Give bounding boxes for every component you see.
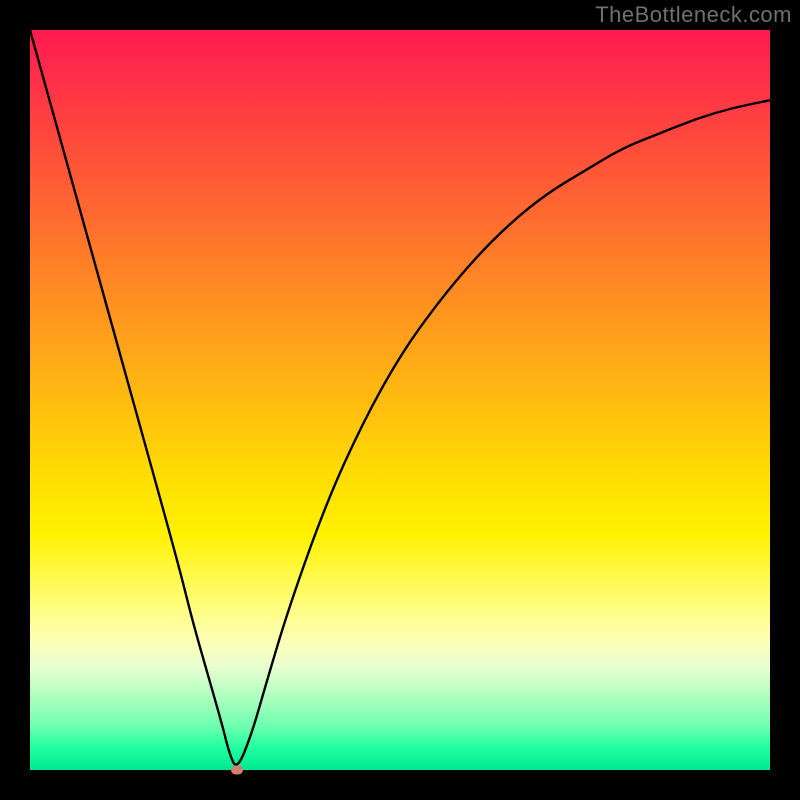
optimum-marker [231,766,243,775]
curve-svg [30,30,770,770]
chart-frame: TheBottleneck.com [0,0,800,800]
bottleneck-curve [30,30,770,765]
plot-area [30,30,770,770]
watermark-text: TheBottleneck.com [595,2,792,28]
